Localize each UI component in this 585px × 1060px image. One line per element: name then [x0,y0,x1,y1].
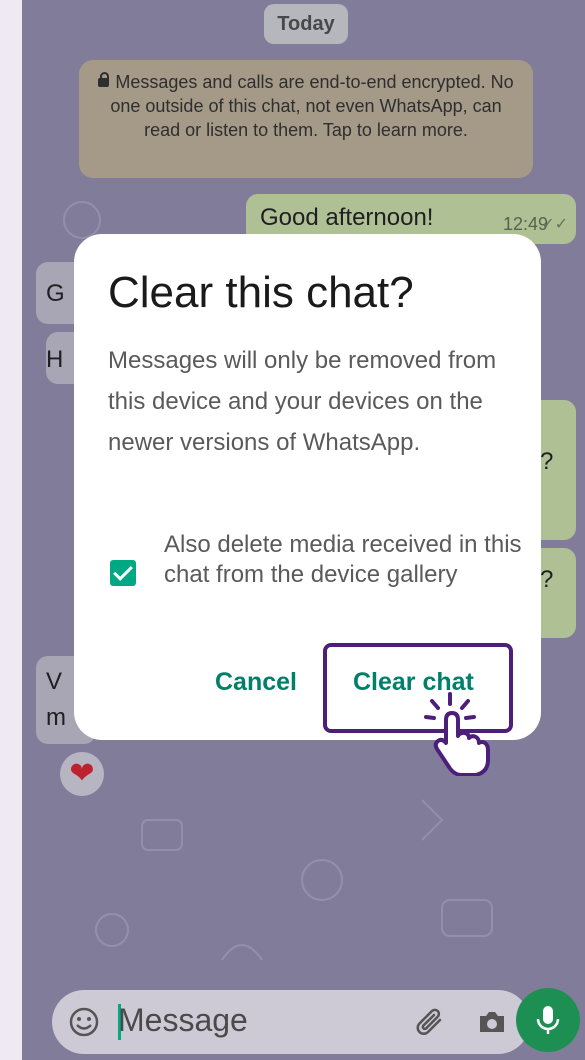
hand-pointer-icon [424,692,490,776]
cancel-button[interactable]: Cancel [215,668,297,697]
message-composer[interactable]: Message [52,990,530,1054]
mic-icon [536,1006,560,1034]
mic-button[interactable] [516,988,580,1052]
emoji-icon[interactable] [68,1006,100,1038]
dialog-message: Messages will only be removed from this … [108,347,497,456]
camera-icon[interactable] [476,1006,508,1038]
attach-icon[interactable] [414,1006,446,1038]
dialog-title: Clear this chat? [108,268,414,317]
delete-media-checkbox[interactable] [110,560,136,586]
message-input[interactable]: Message [118,1002,248,1039]
delete-media-label[interactable]: Also delete media received in this chat … [164,530,524,590]
